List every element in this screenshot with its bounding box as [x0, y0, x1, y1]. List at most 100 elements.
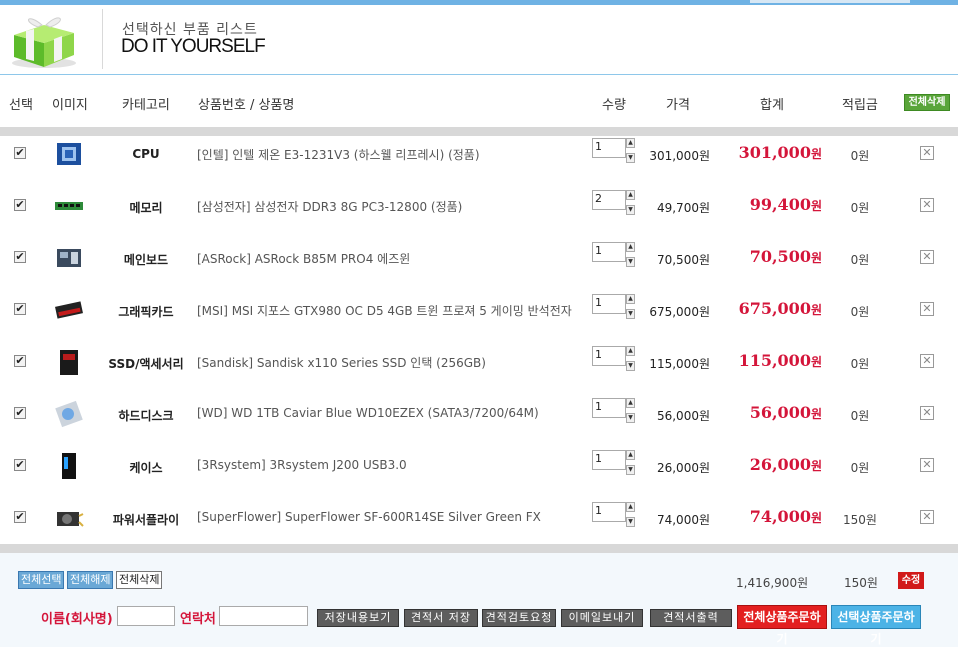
- header-divider: [102, 9, 103, 69]
- row-price: 74,000원: [656, 513, 710, 527]
- gift-box-logo-icon: [8, 11, 80, 69]
- qty-up-icon[interactable]: ▲: [626, 346, 635, 356]
- ssd-image-icon: [54, 348, 84, 376]
- row-checkbox[interactable]: ✔: [14, 459, 26, 471]
- qty-up-icon[interactable]: ▲: [626, 190, 635, 200]
- row-total: 301,000원: [720, 143, 822, 162]
- deselect-all-button[interactable]: 전체해제: [67, 571, 114, 589]
- row-price: 115,000원: [649, 357, 710, 371]
- row-product-name[interactable]: [Sandisk] Sandisk x110 Series SSD 인택 (25…: [197, 354, 486, 371]
- row-price: 70,500원: [656, 253, 710, 267]
- mainboard-image-icon: [54, 244, 84, 272]
- qty-stepper[interactable]: ▲ ▼: [626, 398, 635, 426]
- qty-down-icon[interactable]: ▼: [626, 413, 635, 423]
- delete-all-button-top[interactable]: 전체삭제: [904, 94, 950, 111]
- row-product-name[interactable]: [MSI] MSI 지포스 GTX980 OC D5 4GB 트윈 프로져 5 …: [197, 302, 572, 319]
- delete-all-button[interactable]: 전체삭제: [116, 571, 163, 589]
- name-input[interactable]: [117, 606, 175, 626]
- row-points: 150원: [843, 513, 877, 527]
- qty-up-icon[interactable]: ▲: [626, 398, 635, 408]
- qty-up-icon[interactable]: ▲: [626, 502, 635, 512]
- row-total: 26,000원: [720, 455, 822, 474]
- row-product-name[interactable]: [WD] WD 1TB Caviar Blue WD10EZEX (SATA3/…: [197, 406, 539, 420]
- qty-down-icon[interactable]: ▼: [626, 153, 635, 163]
- row-delete-icon[interactable]: ✕: [920, 354, 934, 368]
- row-qty-input[interactable]: 1: [592, 502, 626, 522]
- row-qty-input[interactable]: 2: [592, 190, 626, 210]
- row-product-name[interactable]: [ASRock] ASRock B85M PRO4 에즈윈: [197, 250, 410, 267]
- qty-stepper[interactable]: ▲ ▼: [626, 138, 635, 166]
- qty-up-icon[interactable]: ▲: [626, 450, 635, 460]
- row-checkbox[interactable]: ✔: [14, 407, 26, 419]
- column-header-row: 선택 이미지 카테고리 상품번호 / 상품명 수량 가격 합계 적립금: [0, 76, 958, 126]
- row-product-name[interactable]: [삼성전자] 삼성전자 DDR3 8G PC3-12800 (정품): [197, 198, 462, 215]
- qty-up-icon[interactable]: ▲: [626, 138, 635, 148]
- row-category: CPU: [132, 147, 160, 161]
- print-quote-button[interactable]: 견적서출력: [650, 609, 732, 627]
- row-delete-icon[interactable]: ✕: [920, 406, 934, 420]
- qty-down-icon[interactable]: ▼: [626, 517, 635, 527]
- edit-button[interactable]: 수정: [898, 572, 924, 589]
- row-points: 0원: [850, 201, 870, 215]
- row-total-value: 99,400: [749, 195, 811, 214]
- graphics-card-image-icon: [54, 296, 84, 324]
- row-points: 0원: [850, 253, 870, 267]
- send-email-button[interactable]: 이메일보내기: [561, 609, 643, 627]
- row-checkbox[interactable]: ✔: [14, 251, 26, 263]
- row-delete-icon[interactable]: ✕: [920, 146, 934, 160]
- col-image: 이미지: [52, 98, 88, 113]
- row-qty-input[interactable]: 1: [592, 138, 626, 158]
- row-delete-icon[interactable]: ✕: [920, 198, 934, 212]
- row-product-name[interactable]: [3Rsystem] 3Rsystem J200 USB3.0: [197, 458, 407, 472]
- qty-stepper[interactable]: ▲ ▼: [626, 346, 635, 374]
- row-points: 0원: [850, 149, 870, 163]
- row-qty-input[interactable]: 1: [592, 398, 626, 418]
- row-total-unit: 원: [810, 251, 822, 265]
- row-price: 675,000원: [649, 305, 710, 319]
- row-price: 26,000원: [656, 461, 710, 475]
- qty-down-icon[interactable]: ▼: [626, 309, 635, 319]
- row-qty-input[interactable]: 1: [592, 346, 626, 366]
- order-selected-button[interactable]: 선택상품주문하기: [831, 605, 921, 646]
- col-select: 선택: [9, 98, 33, 113]
- row-checkbox[interactable]: ✔: [14, 199, 26, 211]
- cpu-image-icon: [54, 140, 84, 168]
- qty-down-icon[interactable]: ▼: [626, 465, 635, 475]
- qty-stepper[interactable]: ▲ ▼: [626, 294, 635, 322]
- row-checkbox[interactable]: ✔: [14, 147, 26, 159]
- request-review-button[interactable]: 견적검토요청: [482, 609, 556, 627]
- row-qty-input[interactable]: 1: [592, 450, 626, 470]
- row-checkbox[interactable]: ✔: [14, 303, 26, 315]
- qty-down-icon[interactable]: ▼: [626, 361, 635, 371]
- row-total-unit: 원: [810, 147, 822, 161]
- view-saved-button[interactable]: 저장내용보기: [317, 609, 399, 627]
- save-quote-button[interactable]: 견적서 저장: [404, 609, 478, 627]
- select-all-button[interactable]: 전체선택: [18, 571, 65, 589]
- qty-down-icon[interactable]: ▼: [626, 257, 635, 267]
- row-delete-icon[interactable]: ✕: [920, 510, 934, 524]
- qty-up-icon[interactable]: ▲: [626, 242, 635, 252]
- psu-image-icon: [54, 504, 84, 532]
- qty-up-icon[interactable]: ▲: [626, 294, 635, 304]
- row-qty-input[interactable]: 1: [592, 294, 626, 314]
- header-title: DO IT YOURSELF: [121, 36, 266, 57]
- qty-stepper[interactable]: ▲ ▼: [626, 242, 635, 270]
- contact-input[interactable]: [219, 606, 308, 626]
- table-row: ✔ 파워서플라이 [SuperFlower] SuperFlower SF-600R…: [0, 496, 958, 548]
- row-delete-icon[interactable]: ✕: [920, 302, 934, 316]
- row-delete-icon[interactable]: ✕: [920, 458, 934, 472]
- qty-stepper[interactable]: ▲ ▼: [626, 502, 635, 530]
- order-all-button[interactable]: 전체상품주문하기: [737, 605, 827, 646]
- row-delete-icon[interactable]: ✕: [920, 250, 934, 264]
- row-checkbox[interactable]: ✔: [14, 355, 26, 367]
- contact-label: 연락처: [180, 612, 216, 627]
- row-checkbox[interactable]: ✔: [14, 511, 26, 523]
- row-product-name[interactable]: [SuperFlower] SuperFlower SF-600R14SE Si…: [197, 510, 541, 524]
- row-points: 0원: [850, 409, 870, 423]
- qty-stepper[interactable]: ▲ ▼: [626, 450, 635, 478]
- qty-stepper[interactable]: ▲ ▼: [626, 190, 635, 218]
- row-qty-input[interactable]: 1: [592, 242, 626, 262]
- row-product-name[interactable]: [인텔] 인텔 제온 E3-1231V3 (하스웰 리프레시) (정품): [197, 146, 480, 163]
- table-row: ✔ 하드디스크 [WD] WD 1TB Caviar Blue WD10EZEX (…: [0, 392, 958, 444]
- qty-down-icon[interactable]: ▼: [626, 205, 635, 215]
